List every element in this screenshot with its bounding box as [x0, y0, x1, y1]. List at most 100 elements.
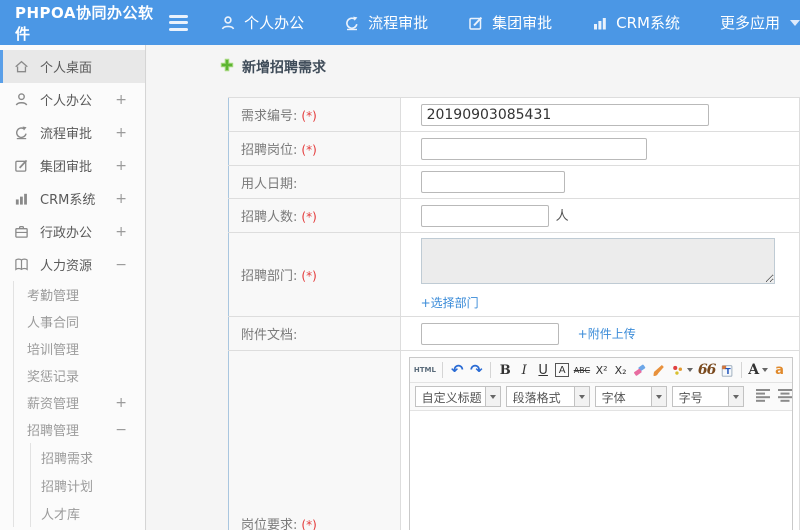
sidebar-item-hr-contract[interactable]: 人事合同 [14, 308, 145, 335]
sidebar-item-training[interactable]: 培训管理 [14, 335, 145, 362]
expand-icon[interactable]: + [115, 191, 127, 207]
attachment-input[interactable] [420, 322, 559, 345]
eraser-icon[interactable] [633, 360, 647, 380]
sidebar-item-salary[interactable]: 薪资管理 + [14, 389, 145, 416]
sidebar-item-label: 招聘计划 [41, 479, 94, 495]
topnav-group-approval[interactable]: 集团审批 [468, 12, 552, 33]
superscript-button[interactable]: X² [595, 360, 609, 380]
field-label-cell: 岗位要求: (*) [228, 350, 401, 530]
sidebar-item-talent-pool[interactable]: 人才库 [31, 499, 145, 527]
strikethrough-button[interactable]: ABC [574, 360, 590, 380]
topnav-crm-system[interactable]: CRM系统 [592, 12, 680, 33]
top-navigation: 个人办公 流程审批 集团审批 CRM系统 更多应用 [220, 12, 800, 33]
sidebar-item-recruit-demand[interactable]: 招聘需求 [31, 443, 145, 471]
expand-icon[interactable]: + [115, 158, 127, 174]
bar-chart-icon [14, 191, 31, 206]
select-department-link[interactable]: +选择部门 [421, 296, 479, 310]
sidebar-item-group-approval[interactable]: 集团审批 + [0, 149, 145, 182]
sidebar-item-label: 流程审批 [40, 127, 93, 142]
sidebar-item-personal-office[interactable]: 个人办公 + [0, 83, 145, 116]
bar-chart-icon [592, 15, 608, 31]
history-icon [344, 15, 360, 31]
sidebar-item-recruitment[interactable]: 招聘管理 − [14, 416, 145, 443]
expand-icon[interactable]: + [115, 92, 127, 108]
underline-button[interactable]: U [536, 360, 550, 380]
topnav-label: CRM系统 [616, 14, 680, 32]
sidebar-item-attendance[interactable]: 考勤管理 [14, 281, 145, 308]
blockquote-button[interactable]: 66 [698, 360, 717, 380]
expand-icon[interactable]: + [115, 395, 127, 411]
editor-toolbar-row1: HTML ↶ ↷ B I U A ABC X² X₂ 66 T A a [409, 358, 792, 383]
position-input[interactable] [420, 137, 647, 160]
background-color-button[interactable]: a [773, 360, 787, 380]
menu-icon[interactable] [168, 14, 189, 31]
dropdown-value: 段落格式 [505, 386, 575, 407]
user-icon [14, 92, 31, 107]
sidebar-item-label: 培训管理 [27, 343, 80, 358]
collapse-icon[interactable]: − [115, 257, 127, 273]
paragraph-format-dropdown[interactable]: 段落格式 [505, 386, 590, 407]
font-style-button[interactable]: A [555, 363, 570, 377]
dropdown-value: 字体 [594, 386, 652, 407]
topnav-label: 集团审批 [492, 14, 553, 32]
editor-toolbar-row2: 自定义标题 段落格式 字体 字号 [409, 383, 792, 411]
topnav-workflow-approval[interactable]: 流程审批 [344, 12, 428, 33]
paste-icon[interactable]: T [720, 360, 734, 380]
sidebar-item-label: 薪资管理 [27, 397, 80, 412]
chevron-down-icon [651, 386, 667, 407]
table-row: 附件文档: +附件上传 [228, 316, 800, 351]
italic-button[interactable]: I [517, 360, 531, 380]
html-source-button[interactable]: HTML [414, 360, 436, 380]
editor-content[interactable] [409, 411, 792, 530]
table-row: 招聘人数: (*) 人 [228, 198, 800, 233]
svg-text:T: T [725, 367, 731, 376]
align-left-icon[interactable] [755, 387, 771, 406]
expand-icon[interactable]: + [115, 125, 127, 141]
sidebar-item-label: 奖惩记录 [27, 370, 80, 385]
color-palette-icon[interactable] [671, 360, 694, 380]
department-textarea[interactable] [420, 238, 775, 284]
field-label: 附件文档: [241, 328, 298, 343]
sidebar-item-crm-system[interactable]: CRM系统 + [0, 182, 145, 215]
sidebar-item-recruit-plan[interactable]: 招聘计划 [31, 471, 145, 499]
required-mark: (*) [301, 269, 317, 283]
recruitment-form: 需求编号: (*) 招聘岗位: (*) 用人日期: [228, 97, 800, 530]
user-icon [220, 15, 236, 31]
expand-icon[interactable]: + [115, 224, 127, 240]
field-value-cell: 人 [399, 198, 800, 233]
undo-icon[interactable]: ↶ [450, 360, 464, 380]
toolbar-separator [740, 362, 742, 378]
font-family-dropdown[interactable]: 字体 [594, 386, 667, 407]
font-size-dropdown[interactable]: 字号 [671, 386, 744, 407]
align-center-icon[interactable] [777, 387, 792, 406]
topnav-personal-office[interactable]: 个人办公 [220, 12, 304, 33]
sidebar-item-rewards[interactable]: 奖惩记录 [14, 362, 145, 389]
collapse-icon[interactable]: − [115, 422, 127, 438]
edit-icon [468, 15, 484, 31]
custom-title-dropdown[interactable]: 自定义标题 [414, 386, 501, 407]
redo-icon[interactable]: ↷ [469, 360, 483, 380]
upload-attachment-link[interactable]: +附件上传 [578, 327, 636, 341]
rich-text-editor: HTML ↶ ↷ B I U A ABC X² X₂ 66 T A a 自定义标… [408, 357, 793, 530]
sidebar-item-personal-desktop[interactable]: 个人桌面 [0, 50, 145, 83]
format-brush-icon[interactable] [652, 360, 666, 380]
headcount-input[interactable] [420, 204, 549, 227]
main-content: 新增招聘需求 需求编号:(*) 招聘岗位:(*) [147, 45, 800, 530]
field-label: 岗位要求: [241, 518, 298, 530]
add-icon [220, 58, 234, 76]
font-color-button[interactable]: A [748, 360, 769, 380]
sidebar-item-admin-office[interactable]: 行政办公 + [0, 215, 145, 248]
field-label: 需求编号: [241, 109, 298, 124]
field-label: 用人日期: [241, 176, 298, 192]
required-mark: (*) [301, 518, 317, 530]
briefcase-icon [14, 224, 31, 239]
sidebar-item-workflow-approval[interactable]: 流程审批 + [0, 116, 145, 149]
topnav-label: 更多应用 [719, 14, 780, 32]
hire-date-input[interactable] [420, 171, 565, 193]
field-label: 招聘岗位: [241, 143, 298, 158]
topnav-more-apps[interactable]: 更多应用 [720, 12, 800, 33]
subscript-button[interactable]: X₂ [614, 360, 628, 380]
sidebar-item-human-resources[interactable]: 人力资源 − [0, 248, 145, 281]
demand-number-input[interactable] [420, 103, 709, 126]
bold-button[interactable]: B [498, 360, 512, 380]
